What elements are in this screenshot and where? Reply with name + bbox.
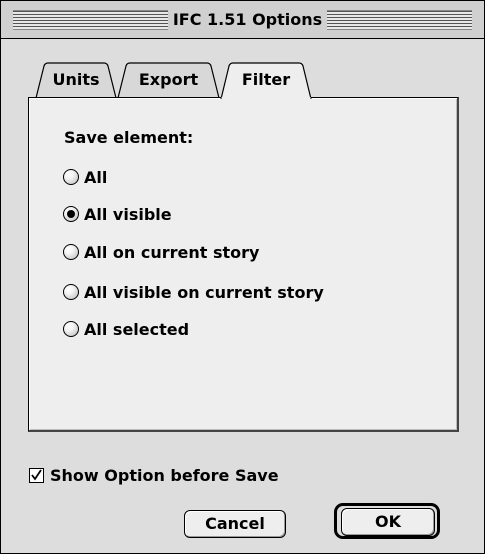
- radio-all-label: All: [84, 167, 108, 187]
- radio-all-visible[interactable]: All visible: [63, 203, 172, 225]
- ok-button-default-ring: OK: [334, 503, 440, 539]
- radio-all[interactable]: All: [63, 166, 107, 188]
- cancel-button[interactable]: Cancel: [184, 510, 286, 538]
- radio-all-visible-on-current-story[interactable]: All visible on current story: [63, 281, 324, 303]
- save-element-label: Save element:: [64, 128, 194, 147]
- radio-all-selected-label: All selected: [84, 319, 190, 339]
- radio-all-visible-label: All visible: [84, 204, 172, 224]
- radio-all-visible-on-current-story-label: All visible on current story: [84, 282, 324, 302]
- show-option-before-save-checkbox[interactable]: Show Option before Save: [29, 464, 279, 486]
- title-bar[interactable]: IFC 1.51 Options: [1, 1, 484, 39]
- tab-export[interactable]: Export: [117, 62, 220, 99]
- radio-button-icon[interactable]: [63, 321, 79, 337]
- radio-button-icon[interactable]: [63, 244, 79, 260]
- checkbox-checked-icon[interactable]: [29, 467, 44, 483]
- radio-button-icon[interactable]: [63, 169, 79, 185]
- radio-all-selected[interactable]: All selected: [63, 318, 189, 340]
- filter-panel: Save element: All All visible All on cur…: [28, 97, 459, 432]
- tab-filter[interactable]: Filter: [220, 62, 312, 100]
- radio-all-on-current-story[interactable]: All on current story: [63, 241, 259, 263]
- title-bar-stripes-right: [327, 10, 472, 30]
- radio-button-selected-icon[interactable]: [63, 206, 79, 222]
- ok-button[interactable]: OK: [341, 508, 435, 536]
- radio-button-icon[interactable]: [63, 284, 79, 300]
- title-bar-stripes-left: [13, 10, 168, 30]
- tab-filter-label: Filter: [241, 70, 291, 89]
- show-option-before-save-label: Show Option before Save: [50, 465, 279, 485]
- tab-units-label: Units: [52, 70, 100, 89]
- radio-all-on-current-story-label: All on current story: [84, 242, 260, 262]
- tab-export-label: Export: [138, 70, 199, 89]
- tab-units[interactable]: Units: [35, 62, 117, 99]
- options-dialog: IFC 1.51 Options Units Export Filter Sav…: [0, 0, 485, 554]
- dialog-title: IFC 1.51 Options: [168, 9, 327, 31]
